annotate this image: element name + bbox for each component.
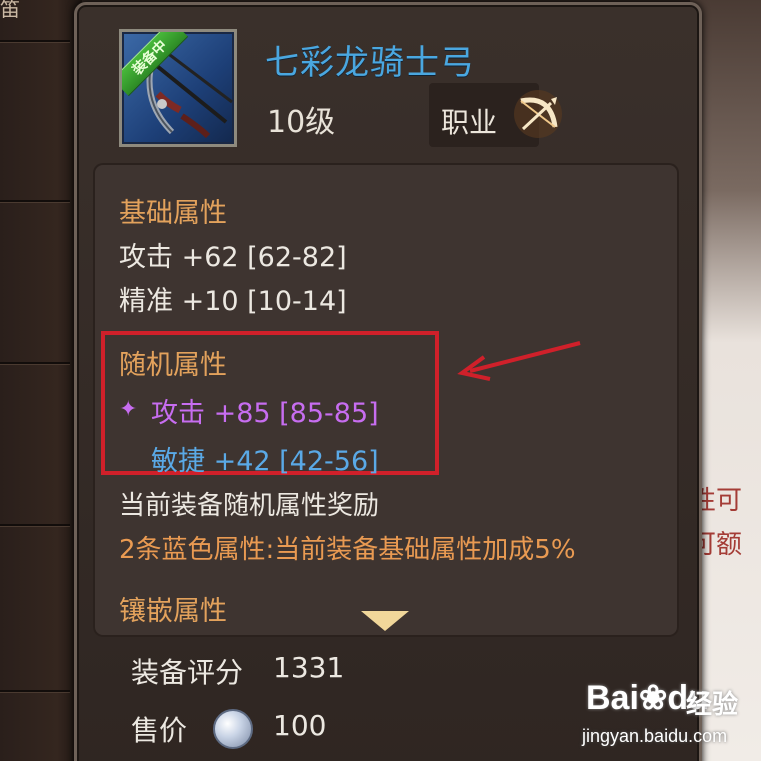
- socket-attributes-title: 镶嵌属性: [119, 596, 227, 627]
- price-value: 100: [273, 709, 327, 742]
- background-left-panel: 笛: [0, 0, 82, 761]
- bonus-title: 当前装备随机属性奖励: [119, 491, 380, 521]
- base-attributes-title: 基础属性: [119, 198, 227, 229]
- background-divider: [0, 362, 70, 364]
- item-level: 10级: [267, 105, 336, 140]
- bonus-description: 2条蓝色属性:当前装备基础属性加成5%: [119, 535, 576, 565]
- score-value: 1331: [273, 651, 345, 684]
- silver-coin-icon: [213, 709, 253, 749]
- star-marker-icon: ✦: [119, 397, 138, 422]
- watermark-url: jingyan.baidu.com: [582, 726, 728, 746]
- background-corner-text: 笛: [0, 0, 20, 18]
- stats-panel: 基础属性 攻击 +62 [62-82] 精准 +10 [10-14] 随机属性 …: [93, 163, 679, 637]
- background-divider: [0, 40, 70, 42]
- random-attributes-title: 随机属性: [119, 350, 227, 381]
- item-icon[interactable]: 装备中: [119, 29, 237, 147]
- watermark-brand: 经验: [686, 690, 739, 720]
- paw-icon: ❀: [638, 679, 668, 717]
- background-divider: [0, 690, 70, 692]
- bow-item-icon: [146, 50, 233, 139]
- annotation-arrow-icon: [457, 341, 581, 381]
- class-label: 职业: [441, 106, 498, 139]
- background-divider: [0, 524, 70, 526]
- expand-down-icon[interactable]: [361, 611, 409, 631]
- random-attribute-agility: 敏捷 +42 [42-56]: [151, 446, 379, 477]
- item-name: 七彩龙骑士弓: [265, 43, 475, 83]
- baidu-watermark: Bai❀du 经验 jingyan.baidu.com: [582, 678, 752, 758]
- base-attribute-accuracy: 精准 +10 [10-14]: [119, 286, 347, 317]
- item-tooltip: 装备中 七彩龙骑士弓 10级 职业 基础属性 攻击 +62 [62-82] 精准…: [74, 2, 702, 761]
- class-requirement: 职业: [429, 83, 562, 147]
- price-label: 售价: [131, 714, 188, 747]
- watermark-logo-text: Bai: [586, 679, 639, 717]
- background-divider: [0, 200, 70, 202]
- game-screen: 笛 性可 可额 装备中 七彩龙骑士弓 10级 职业 基础属性 攻击 +62 [6…: [0, 0, 761, 761]
- random-attribute-attack: 攻击 +85 [85-85]: [151, 398, 379, 429]
- bow-icon: [511, 87, 565, 145]
- base-attribute-attack: 攻击 +62 [62-82]: [119, 242, 347, 273]
- score-label: 装备评分: [131, 656, 244, 689]
